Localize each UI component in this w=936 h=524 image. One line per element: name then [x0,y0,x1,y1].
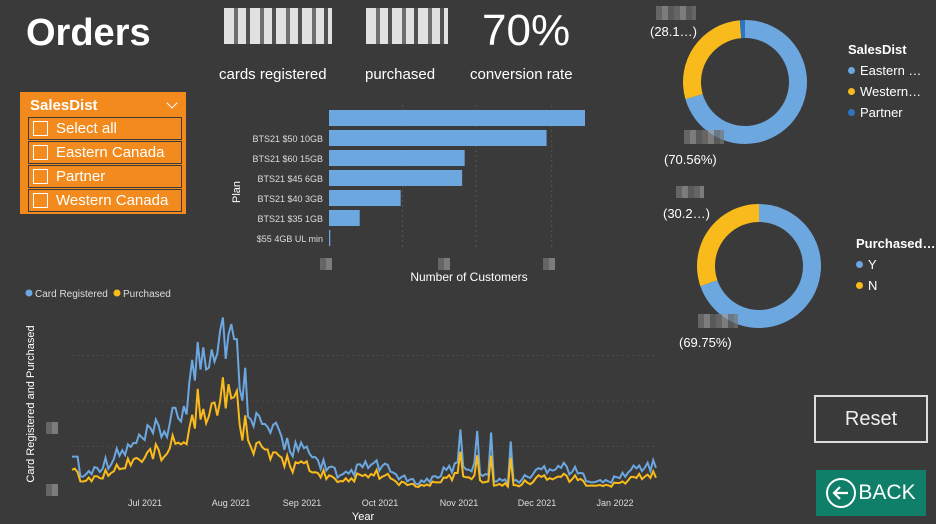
legend-label: Eastern … [860,63,922,78]
kpi-purchased-value [366,8,448,44]
x-tick-label: Sep 2021 [283,498,322,508]
bar[interactable] [329,150,465,166]
line-chart-xlabel: Year [352,511,375,523]
x-tick-label: Jul 2021 [128,498,162,508]
legend-dot [856,261,863,268]
checkbox[interactable] [33,193,48,208]
x-tick-label: Dec 2021 [518,498,557,508]
legend-card-registered[interactable]: Card Registered [35,289,108,300]
slicer-item-partner[interactable]: Partner [28,165,182,188]
slicer-item-label: Western Canada [56,192,169,209]
reset-button[interactable]: Reset [814,395,928,443]
bar[interactable] [329,130,547,146]
bar-category-label: BTS21 $35 1GB [257,214,323,224]
donut2-large-label: (69.75%) [679,335,732,350]
redacted-tick [46,422,58,434]
legend-dot [848,88,855,95]
legend-title: SalesDist [848,42,907,57]
donut1-small-label: (28.1…) [650,24,697,39]
bar-chart-ylabel: Plan [231,181,243,203]
redacted-tick [46,484,58,496]
legend-item-partner[interactable]: Partner [848,105,921,120]
legend-label: Partner [860,105,903,120]
redacted-tick [320,258,332,270]
legend-dot [25,289,33,297]
slicer-title: SalesDist [30,96,98,114]
legend-label: Y [868,257,877,272]
slicer-item-label: Partner [56,168,106,185]
legend-purchased[interactable]: Purchased [123,289,171,300]
checkbox[interactable] [33,169,48,184]
redacted-label [698,314,738,328]
legend-dot [848,109,855,116]
legend-item-western[interactable]: Western… [848,84,921,99]
legend-label: Western… [860,84,922,99]
bar-category-label: BTS21 $50 10GB [252,134,323,144]
donut1-legend: SalesDist Eastern … Western… Partner [848,42,921,120]
kpi-conversion-value: 70% [482,6,571,55]
back-button-label: BACK [858,481,916,504]
redacted-label [684,130,724,144]
legend-label: N [868,278,878,293]
slicer-header[interactable]: SalesDist [22,94,184,116]
x-tick-label: Jan 2022 [596,498,633,508]
x-tick-label: Aug 2021 [212,498,251,508]
back-button[interactable]: BACK [816,470,926,516]
donut1-large-label: (70.56%) [664,152,717,167]
legend-item-y[interactable]: Y [856,257,935,272]
donut2-small-label: (30.2…) [663,206,710,221]
bar[interactable] [329,210,360,226]
bar[interactable] [329,170,463,186]
bar-category-label: $55 4GB UL min [257,234,323,244]
checkbox[interactable] [33,121,48,136]
slicer-item-western-canada[interactable]: Western Canada [28,189,182,212]
redacted-tick [438,258,450,270]
bar[interactable] [329,190,401,206]
bar[interactable] [329,230,331,246]
kpi-cards-registered-label: cards registered [219,66,327,83]
bar[interactable] [329,110,585,126]
legend-dot [113,289,121,297]
kpi-purchased-label: purchased [365,66,436,83]
slicer-item-eastern-canada[interactable]: Eastern Canada [28,141,182,164]
legend-item-eastern[interactable]: Eastern … [848,63,921,78]
x-tick-label: Oct 2021 [362,498,399,508]
x-tick-label: Nov 2021 [440,498,479,508]
slicer-item-select-all[interactable]: Select all [28,117,182,140]
chevron-down-icon[interactable] [166,97,178,109]
legend-item-n[interactable]: N [856,278,935,293]
slicer-item-label: Eastern Canada [56,144,165,161]
redacted-label [656,6,696,20]
redacted-label [676,186,704,198]
bar-category-label: BTS21 $45 6GB [257,174,323,184]
line-chart-ylabel: Card Registered and Purchased [25,325,37,482]
checkbox[interactable] [33,145,48,160]
salesdist-donut-chart [683,20,807,144]
bar-category-label: BTS21 $40 3GB [257,194,323,204]
donut2-legend: Purchased… Y N [856,236,935,293]
legend-title: Purchased… [856,236,936,251]
redacted-tick [543,258,555,270]
kpi-conversion-label: conversion rate [470,66,573,83]
slicer-item-label: Select all [56,120,117,137]
bar-category-label: BTS21 $60 15GB [252,154,323,164]
line-legend: Card Registered Purchased [25,289,171,300]
salesdist-slicer: SalesDist Select all Eastern Canada Part… [20,92,186,214]
registered-purchased-line-chart: Card Registered Purchased Jul 2021 Aug 20… [25,289,657,523]
legend-dot [856,282,863,289]
back-arrow-icon [826,478,857,508]
legend-dot [848,67,855,74]
page-title: Orders [26,12,151,54]
kpi-cards-registered-value [224,8,332,44]
